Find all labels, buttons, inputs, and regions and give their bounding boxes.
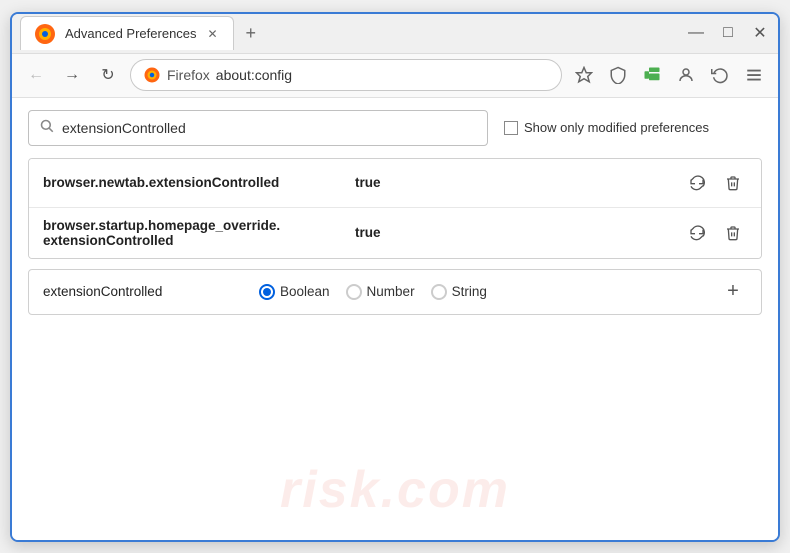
new-tab-btn[interactable]: + [238, 19, 265, 48]
pref-actions-1 [683, 169, 747, 197]
radio-number-label: Number [367, 284, 415, 299]
reset-btn-1[interactable] [683, 169, 711, 197]
profile-icon[interactable] [672, 61, 700, 89]
pref-actions-2 [683, 219, 747, 247]
firefox-logo-icon [143, 66, 161, 84]
radio-boolean-label: Boolean [280, 284, 330, 299]
menu-icon[interactable] [740, 61, 768, 89]
sync-icon[interactable] [706, 61, 734, 89]
watermark: risk.com [280, 460, 510, 520]
delete-btn-1[interactable] [719, 169, 747, 197]
shield-icon[interactable] [604, 61, 632, 89]
radio-boolean[interactable]: Boolean [259, 284, 330, 300]
reload-btn[interactable]: ↻ [94, 61, 122, 89]
new-pref-name-label: extensionControlled [43, 284, 243, 299]
firefox-tab-icon [33, 22, 57, 46]
radio-string[interactable]: String [431, 284, 487, 300]
search-input[interactable] [62, 120, 477, 136]
radio-number-circle [346, 284, 362, 300]
title-bar: Advanced Preferences ✕ + — □ ✕ [12, 14, 778, 54]
show-modified-label: Show only modified preferences [524, 120, 709, 135]
type-radio-group: Boolean Number String [259, 284, 703, 300]
pref-name-1: browser.newtab.extensionControlled [43, 175, 343, 190]
tab-title: Advanced Preferences [65, 26, 197, 41]
extension-icon[interactable] [638, 61, 666, 89]
pref-value-1: true [355, 175, 671, 190]
radio-string-label: String [452, 284, 487, 299]
nav-icons [570, 61, 768, 89]
content-area: risk.com Show only modified preferences [12, 98, 778, 540]
pref-name-2: browser.startup.homepage_override. exten… [43, 218, 343, 248]
tab-close-btn[interactable]: ✕ [205, 26, 221, 42]
delete-btn-2[interactable] [719, 219, 747, 247]
search-row: Show only modified preferences [28, 110, 762, 146]
new-preference-row: extensionControlled Boolean Number Strin… [28, 269, 762, 315]
window-controls: — □ ✕ [686, 23, 770, 43]
pref-value-2: true [355, 225, 671, 240]
nav-bar: ← → ↻ Firefox about:config [12, 54, 778, 98]
minimize-btn[interactable]: — [686, 23, 706, 43]
table-row: browser.startup.homepage_override. exten… [29, 208, 761, 258]
back-btn[interactable]: ← [22, 61, 50, 89]
browser-name-label: Firefox [167, 67, 210, 83]
address-bar[interactable]: Firefox about:config [130, 59, 562, 91]
forward-btn[interactable]: → [58, 61, 86, 89]
add-preference-btn[interactable]: + [719, 278, 747, 306]
search-box[interactable] [28, 110, 488, 146]
show-modified-checkbox[interactable] [504, 121, 518, 135]
browser-window: Advanced Preferences ✕ + — □ ✕ ← → ↻ Fir… [10, 12, 780, 542]
show-modified-row: Show only modified preferences [504, 120, 709, 135]
reset-btn-2[interactable] [683, 219, 711, 247]
browser-tab[interactable]: Advanced Preferences ✕ [20, 16, 234, 50]
radio-number[interactable]: Number [346, 284, 415, 300]
url-text: about:config [216, 67, 292, 83]
radio-boolean-circle [259, 284, 275, 300]
maximize-btn[interactable]: □ [718, 23, 738, 43]
radio-string-circle [431, 284, 447, 300]
search-icon [39, 118, 54, 137]
preferences-table: browser.newtab.extensionControlled true [28, 158, 762, 259]
bookmark-icon[interactable] [570, 61, 598, 89]
table-row: browser.newtab.extensionControlled true [29, 159, 761, 208]
close-btn[interactable]: ✕ [750, 23, 770, 43]
